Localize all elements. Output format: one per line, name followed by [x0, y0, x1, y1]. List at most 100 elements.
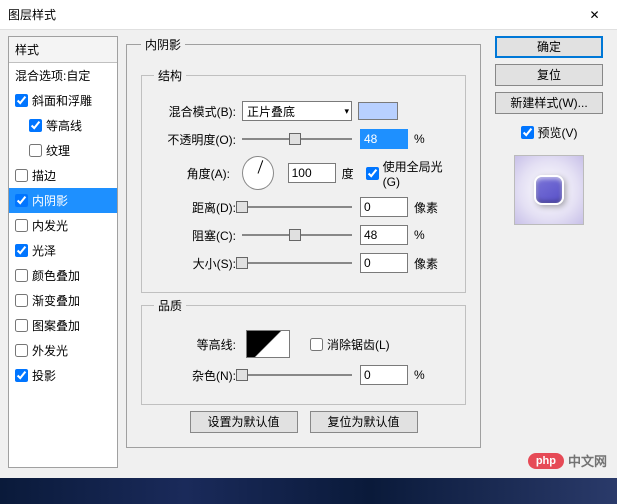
styles-header: 样式	[9, 37, 117, 63]
blend-mode-label: 混合模式(B):	[154, 103, 242, 120]
angle-label: 角度(A):	[154, 165, 236, 182]
ok-button[interactable]: 确定	[495, 36, 603, 58]
distance-row: 距离(D): 像素	[154, 196, 453, 218]
style-checkbox[interactable]	[15, 269, 28, 282]
style-item[interactable]: 内发光	[9, 213, 117, 238]
style-label: 内发光	[32, 217, 68, 234]
style-checkbox[interactable]	[15, 94, 28, 107]
angle-row: 角度(A): 度 使用全局光(G)	[154, 156, 453, 190]
style-label: 外发光	[32, 342, 68, 359]
size-row: 大小(S): 像素	[154, 252, 453, 274]
watermark-badge: php	[528, 453, 564, 469]
noise-slider[interactable]	[242, 368, 352, 382]
contour-picker[interactable]	[246, 330, 290, 358]
style-checkbox[interactable]	[15, 244, 28, 257]
style-checkbox[interactable]	[29, 119, 42, 132]
style-label: 纹理	[46, 142, 70, 159]
style-item[interactable]: 斜面和浮雕	[9, 88, 117, 113]
choke-label: 阻塞(C):	[154, 227, 242, 244]
angle-dial[interactable]	[242, 156, 274, 190]
style-item[interactable]: 渐变叠加	[9, 288, 117, 313]
style-label: 渐变叠加	[32, 292, 80, 309]
structure-group: 结构 混合模式(B): 正片叠底 ▾ 不透明度(O): % 角度(	[141, 67, 466, 293]
choke-input[interactable]	[360, 225, 408, 245]
right-panel: 确定 复位 新建样式(W)... 预览(V)	[489, 36, 609, 468]
noise-row: 杂色(N): %	[154, 364, 453, 386]
watermark-text: 中文网	[568, 451, 607, 470]
distance-input[interactable]	[360, 197, 408, 217]
style-label: 描边	[32, 167, 56, 184]
style-label: 斜面和浮雕	[32, 92, 92, 109]
new-style-button[interactable]: 新建样式(W)...	[495, 92, 603, 114]
style-item[interactable]: 外发光	[9, 338, 117, 363]
quality-legend: 品质	[154, 297, 186, 314]
style-label: 图案叠加	[32, 317, 80, 334]
global-light-checkbox[interactable]: 使用全局光(G)	[366, 158, 453, 189]
styles-list: 样式 混合选项:自定 斜面和浮雕等高线纹理描边内阴影内发光光泽颜色叠加渐变叠加图…	[8, 36, 118, 468]
panel-title: 内阴影	[141, 36, 185, 53]
noise-unit: %	[414, 368, 425, 382]
choke-unit: %	[414, 228, 425, 242]
style-item[interactable]: 内阴影	[9, 188, 117, 213]
style-label: 投影	[32, 367, 56, 384]
opacity-label: 不透明度(O):	[154, 131, 242, 148]
distance-unit: 像素	[414, 199, 438, 216]
preview-checkbox[interactable]: 预览(V)	[521, 124, 578, 141]
noise-label: 杂色(N):	[154, 367, 242, 384]
set-default-button[interactable]: 设置为默认值	[190, 411, 298, 433]
style-checkbox[interactable]	[15, 294, 28, 307]
style-item[interactable]: 颜色叠加	[9, 263, 117, 288]
opacity-input[interactable]	[360, 129, 408, 149]
angle-unit: 度	[342, 165, 354, 182]
opacity-unit: %	[414, 132, 425, 146]
style-checkbox[interactable]	[15, 319, 28, 332]
style-item[interactable]: 光泽	[9, 238, 117, 263]
blend-options-item[interactable]: 混合选项:自定	[9, 63, 117, 88]
contour-label: 等高线:	[154, 336, 242, 353]
default-buttons-row: 设置为默认值 复位为默认值	[141, 411, 466, 433]
style-label: 等高线	[46, 117, 82, 134]
angle-input[interactable]	[288, 163, 336, 183]
distance-label: 距离(D):	[154, 199, 242, 216]
taskbar	[0, 478, 617, 504]
shadow-color-swatch[interactable]	[358, 102, 398, 120]
reset-button[interactable]: 复位	[495, 64, 603, 86]
style-checkbox[interactable]	[15, 169, 28, 182]
window-title: 图层样式	[8, 6, 56, 23]
choke-slider[interactable]	[242, 228, 352, 242]
center-panel: 内阴影 结构 混合模式(B): 正片叠底 ▾ 不透明度(O): %	[126, 36, 481, 468]
noise-input[interactable]	[360, 365, 408, 385]
inner-shadow-group: 内阴影 结构 混合模式(B): 正片叠底 ▾ 不透明度(O): %	[126, 36, 481, 448]
quality-group: 品质 等高线: 消除锯齿(L) 杂色(N): %	[141, 297, 466, 405]
blend-mode-select[interactable]: 正片叠底 ▾	[242, 101, 352, 121]
blend-mode-row: 混合模式(B): 正片叠底 ▾	[154, 100, 453, 122]
size-input[interactable]	[360, 253, 408, 273]
style-item[interactable]: 纹理	[9, 138, 117, 163]
style-checkbox[interactable]	[15, 344, 28, 357]
style-item[interactable]: 等高线	[9, 113, 117, 138]
style-checkbox[interactable]	[15, 369, 28, 382]
style-checkbox[interactable]	[15, 219, 28, 232]
watermark: php 中文网	[528, 451, 607, 470]
antialias-checkbox[interactable]: 消除锯齿(L)	[310, 336, 390, 353]
style-checkbox[interactable]	[15, 194, 28, 207]
size-label: 大小(S):	[154, 255, 242, 272]
size-unit: 像素	[414, 255, 438, 272]
style-item[interactable]: 图案叠加	[9, 313, 117, 338]
dialog-body: 样式 混合选项:自定 斜面和浮雕等高线纹理描边内阴影内发光光泽颜色叠加渐变叠加图…	[0, 30, 617, 474]
titlebar: 图层样式 ✕	[0, 0, 617, 30]
style-label: 颜色叠加	[32, 267, 80, 284]
reset-default-button[interactable]: 复位为默认值	[310, 411, 418, 433]
close-button[interactable]: ✕	[572, 0, 617, 30]
structure-legend: 结构	[154, 67, 186, 84]
style-label: 光泽	[32, 242, 56, 259]
close-icon: ✕	[589, 8, 599, 22]
style-item[interactable]: 描边	[9, 163, 117, 188]
size-slider[interactable]	[242, 256, 352, 270]
chevron-down-icon: ▾	[344, 106, 349, 117]
style-checkbox[interactable]	[29, 144, 42, 157]
preview-thumbnail	[514, 155, 584, 225]
distance-slider[interactable]	[242, 200, 352, 214]
style-item[interactable]: 投影	[9, 363, 117, 388]
opacity-slider[interactable]	[242, 132, 352, 146]
